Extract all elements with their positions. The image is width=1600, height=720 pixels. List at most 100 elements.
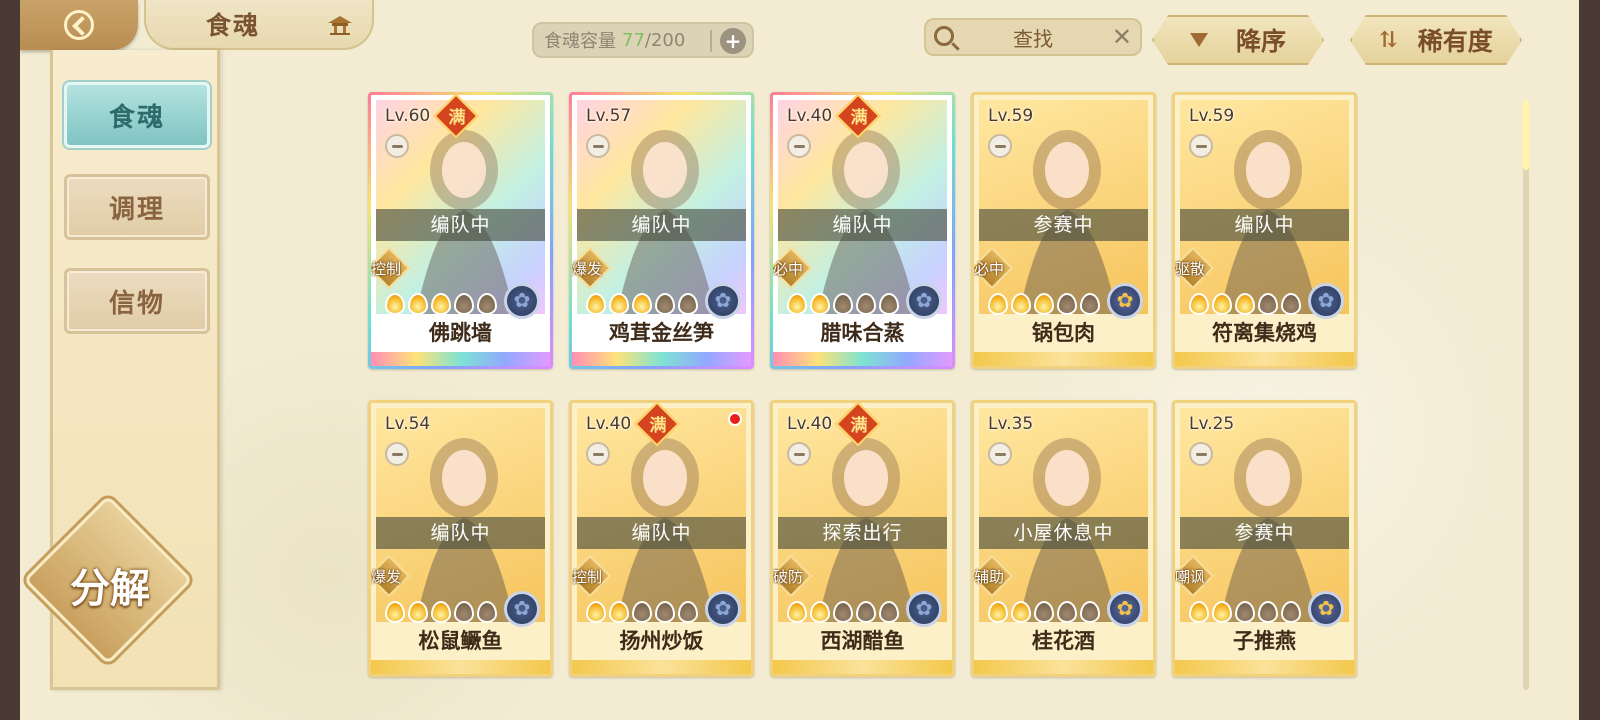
food-soul-card[interactable]: Lv.59 编队中驱散符离集烧鸡 xyxy=(1172,92,1357,369)
gold-flower-icon xyxy=(1107,283,1143,319)
rank-flame-icon xyxy=(1080,601,1100,623)
food-soul-card[interactable]: Lv.40 满探索出行破防西湖醋鱼 xyxy=(770,400,955,677)
blue-flower-icon xyxy=(1308,283,1344,319)
food-soul-card[interactable]: Lv.40 满编队中控制扬州炒饭 xyxy=(569,400,754,677)
rank-flame-icon xyxy=(586,293,606,315)
rank-flames xyxy=(787,601,899,623)
max-badge-label: 满 xyxy=(850,108,868,128)
sort-order-button[interactable]: 降序 xyxy=(1152,15,1324,65)
role-label: 辅助 xyxy=(974,568,1005,586)
scrollbar-thumb[interactable] xyxy=(1523,100,1529,170)
rank-flames xyxy=(787,293,899,315)
rank-flame-icon xyxy=(833,293,853,315)
back-arrow-icon xyxy=(64,10,94,40)
rarity-stripe xyxy=(773,660,952,674)
sort-field-label: 稀有度 xyxy=(1417,27,1493,56)
character-art xyxy=(1019,438,1117,622)
rank-flames xyxy=(385,601,497,623)
character-art xyxy=(1220,438,1318,622)
blue-flower-icon xyxy=(906,591,942,627)
rank-flame-icon xyxy=(1011,601,1031,623)
rank-flame-icon xyxy=(1011,293,1031,315)
sort-field-button[interactable]: ⇅ 稀有度 xyxy=(1350,15,1522,65)
level-label: Lv.60 xyxy=(385,106,431,126)
capacity-display: 食魂容量 77 /200 + xyxy=(532,22,754,58)
tab-food-souls[interactable]: 食魂 xyxy=(64,82,210,148)
status-banner: 编队中 xyxy=(376,517,545,549)
capacity-label: 食魂容量 xyxy=(544,31,616,52)
rank-flame-icon xyxy=(655,293,675,315)
rarity-stripe xyxy=(572,352,751,366)
search-box[interactable]: 查找 ✕ xyxy=(924,18,1142,56)
food-soul-card[interactable]: Lv.40 满编队中必中腊味合蒸 xyxy=(770,92,955,369)
rank-flame-icon xyxy=(454,601,474,623)
role-label: 必中 xyxy=(974,260,1005,278)
rank-flame-icon xyxy=(655,601,675,623)
food-soul-name: 松鼠鳜鱼 xyxy=(418,629,503,653)
rank-flames xyxy=(385,293,497,315)
level-label: Lv.40 xyxy=(787,106,833,126)
food-soul-card[interactable]: Lv.25 参赛中嘲讽子推燕 xyxy=(1172,400,1357,677)
role-label: 控制 xyxy=(371,260,402,278)
character-portrait: Lv.60 满 xyxy=(376,95,545,314)
food-soul-card[interactable]: Lv.60 满编队中控制佛跳墙 xyxy=(368,92,553,369)
rank-flame-icon xyxy=(1235,601,1255,623)
rank-flame-icon xyxy=(1212,601,1232,623)
level-label: Lv.54 xyxy=(385,414,431,434)
rank-flame-icon xyxy=(385,293,405,315)
rank-flame-icon xyxy=(787,601,807,623)
capacity-total: /200 xyxy=(644,29,686,51)
rank-flame-icon xyxy=(609,601,629,623)
rank-flame-icon xyxy=(454,293,474,315)
rank-flame-icon xyxy=(787,293,807,315)
add-capacity-button[interactable]: + xyxy=(720,28,746,54)
food-soul-name: 佛跳墙 xyxy=(429,321,492,345)
rank-flame-icon xyxy=(833,601,853,623)
level-label: Lv.40 xyxy=(787,414,833,434)
clear-search-icon[interactable]: ✕ xyxy=(1112,24,1132,50)
status-banner: 小屋休息中 xyxy=(979,517,1148,549)
tab-conditioning[interactable]: 调理 xyxy=(64,174,210,240)
blue-flower-icon xyxy=(705,591,741,627)
rank-flame-icon xyxy=(879,601,899,623)
role-label: 爆发 xyxy=(371,568,402,586)
rarity-stripe xyxy=(974,352,1153,366)
rank-flame-icon xyxy=(586,601,606,623)
food-soul-name: 鸡茸金丝笋 xyxy=(609,321,714,345)
home-pavilion-icon[interactable] xyxy=(326,14,354,36)
character-art xyxy=(416,438,514,622)
role-label: 必中 xyxy=(773,260,804,278)
food-soul-card[interactable]: Lv.54 编队中爆发松鼠鳜鱼 xyxy=(368,400,553,677)
character-art xyxy=(1019,130,1117,314)
rank-flame-icon xyxy=(879,293,899,315)
gold-flower-icon xyxy=(1107,591,1143,627)
blue-flower-icon xyxy=(504,591,540,627)
scrollbar-track[interactable] xyxy=(1523,100,1529,690)
food-soul-card[interactable]: Lv.59 参赛中必中锅包肉 xyxy=(971,92,1156,369)
level-label: Lv.59 xyxy=(988,106,1034,126)
rank-flames xyxy=(988,601,1100,623)
rank-flame-icon xyxy=(856,601,876,623)
status-banner: 编队中 xyxy=(376,209,545,241)
decompose-label[interactable]: 分解 xyxy=(50,556,170,614)
back-button[interactable] xyxy=(20,0,138,50)
role-label: 驱散 xyxy=(1175,260,1206,278)
blue-flower-icon xyxy=(705,283,741,319)
rarity-stripe xyxy=(572,660,751,674)
tab-label: 信物 xyxy=(108,288,165,319)
tab-label: 食魂 xyxy=(108,102,165,133)
rank-flame-icon xyxy=(431,601,451,623)
game-screen: 食魂 食魂容量 77 /200 + 查找 ✕ 降序 ⇅ 稀有度 食魂 调理 信物… xyxy=(20,0,1579,720)
rank-flame-icon xyxy=(632,601,652,623)
food-soul-card[interactable]: Lv.35 小屋休息中辅助桂花酒 xyxy=(971,400,1156,677)
max-badge-label: 满 xyxy=(448,108,466,128)
tab-tokens[interactable]: 信物 xyxy=(64,268,210,334)
rank-flame-icon xyxy=(1057,293,1077,315)
rank-flame-icon xyxy=(1235,293,1255,315)
character-portrait: Lv.25 xyxy=(1180,408,1349,622)
rank-flame-icon xyxy=(1212,293,1232,315)
food-soul-card[interactable]: Lv.57 编队中爆发鸡茸金丝笋 xyxy=(569,92,754,369)
rank-flame-icon xyxy=(1189,293,1209,315)
rank-flame-icon xyxy=(810,293,830,315)
rank-flame-icon xyxy=(1034,293,1054,315)
